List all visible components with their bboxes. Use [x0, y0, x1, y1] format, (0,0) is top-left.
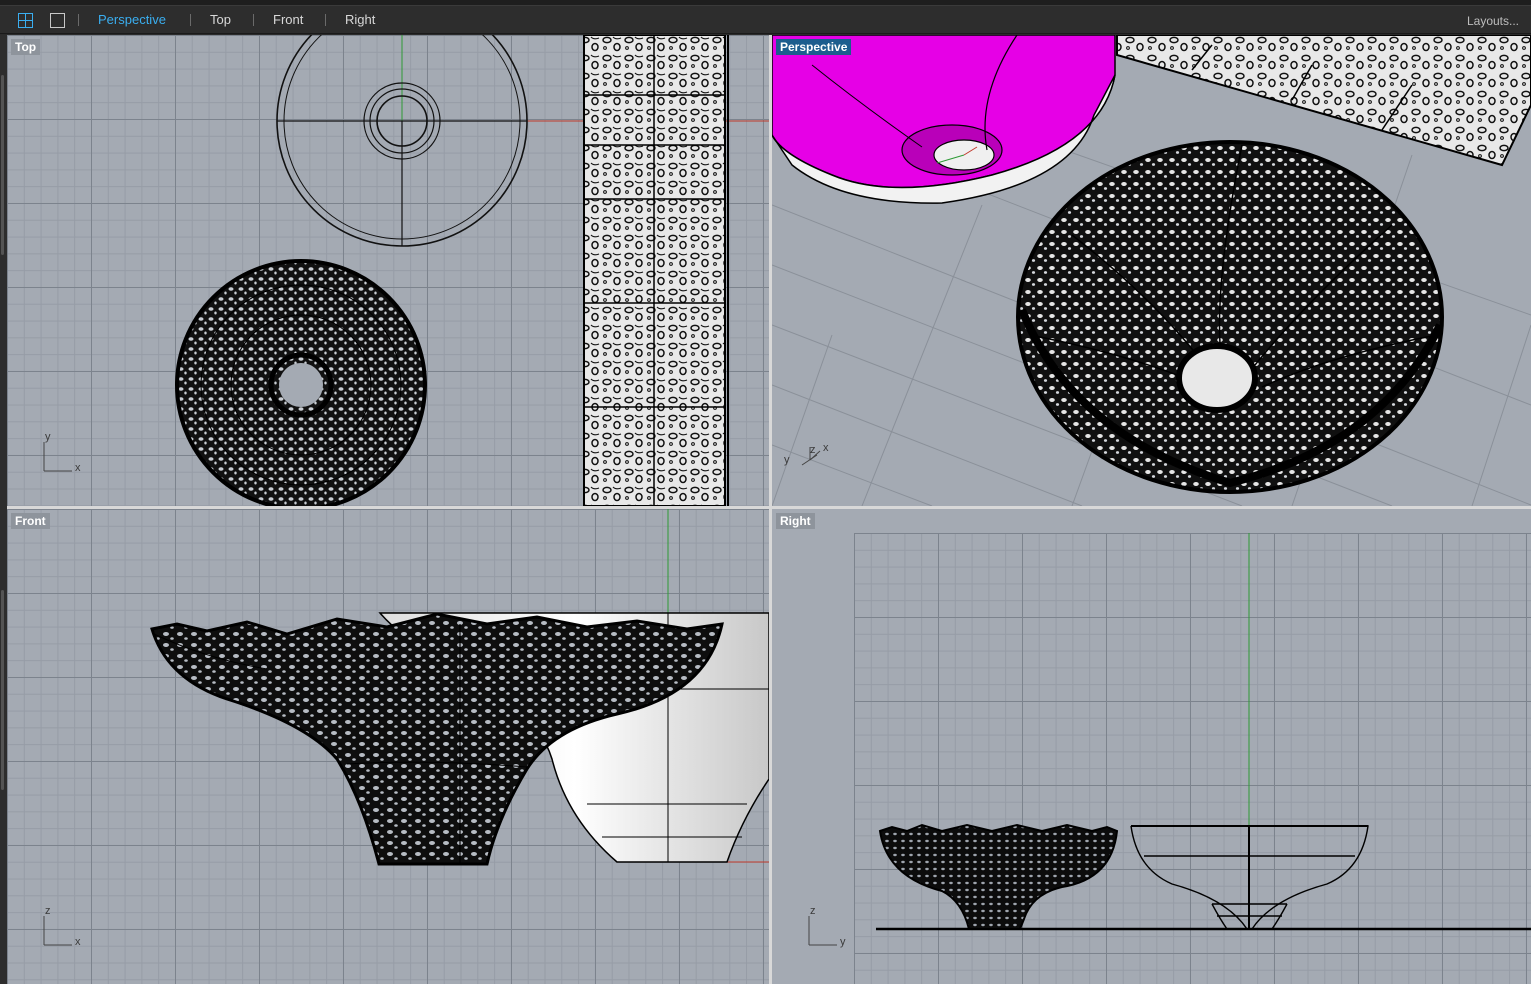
front-view-geometry[interactable]: z x [7, 509, 769, 984]
tab-perspective[interactable]: Perspective [98, 12, 166, 28]
axis-label-x: x [823, 442, 829, 454]
panel-handle[interactable] [1, 75, 4, 255]
viewport-label-perspective[interactable]: Perspective [776, 39, 852, 55]
axis-label-y: y [784, 454, 790, 466]
axis-label-z: z [810, 905, 816, 917]
viewport-label-front[interactable]: Front [11, 513, 50, 529]
top-view-geometry[interactable]: y x [7, 35, 769, 506]
viewport-front[interactable]: Front z x [7, 509, 769, 984]
lace-bowl-right[interactable] [878, 823, 1119, 930]
axis-label-z: z [810, 444, 816, 456]
toolbar-separator [190, 14, 191, 26]
layouts-button[interactable]: Layouts... [1467, 14, 1519, 28]
viewport-top[interactable]: Top y x [7, 35, 769, 506]
viewport-label-right[interactable]: Right [776, 513, 815, 529]
viewport-perspective[interactable]: y z x Perspective [772, 35, 1531, 506]
rhino-app-window: Perspective Top Front Right Layouts... T… [0, 0, 1531, 984]
lace-bowl-perspective[interactable] [1016, 140, 1444, 494]
viewport-label-top[interactable]: Top [11, 39, 41, 55]
viewport-splitter-horizontal[interactable] [7, 506, 1531, 509]
bowl-outline-right[interactable] [1130, 825, 1369, 930]
left-panel-edge [0, 35, 7, 984]
tab-right[interactable]: Right [345, 12, 375, 28]
tab-front[interactable]: Front [273, 12, 303, 28]
axis-label-x: x [75, 462, 81, 474]
single-viewport-icon[interactable] [49, 12, 65, 28]
viewport-toolbar: Perspective Top Front Right Layouts... [0, 6, 1531, 34]
axis-label-y: y [45, 431, 51, 443]
four-viewports-icon[interactable] [17, 12, 33, 28]
toolbar-separator [78, 14, 79, 26]
axis-label-y: y [840, 936, 846, 948]
perspective-view-geometry[interactable]: y z x [772, 35, 1531, 506]
tab-top[interactable]: Top [210, 12, 231, 28]
axis-widget: y x [43, 431, 81, 474]
toolbar-separator [253, 14, 254, 26]
right-view-geometry[interactable]: z y [772, 509, 1531, 984]
axis-widget: z x [43, 905, 81, 948]
lace-pattern-strip[interactable] [583, 35, 729, 506]
axis-widget: z y [808, 905, 846, 948]
panel-handle[interactable] [1, 590, 4, 790]
axis-label-z: z [45, 905, 51, 917]
viewport-right[interactable]: Right z y [772, 509, 1531, 984]
lace-bowl-top[interactable] [175, 259, 427, 506]
axis-label-x: x [75, 936, 81, 948]
toolbar-separator [325, 14, 326, 26]
viewport-splitter-vertical[interactable] [769, 35, 772, 984]
